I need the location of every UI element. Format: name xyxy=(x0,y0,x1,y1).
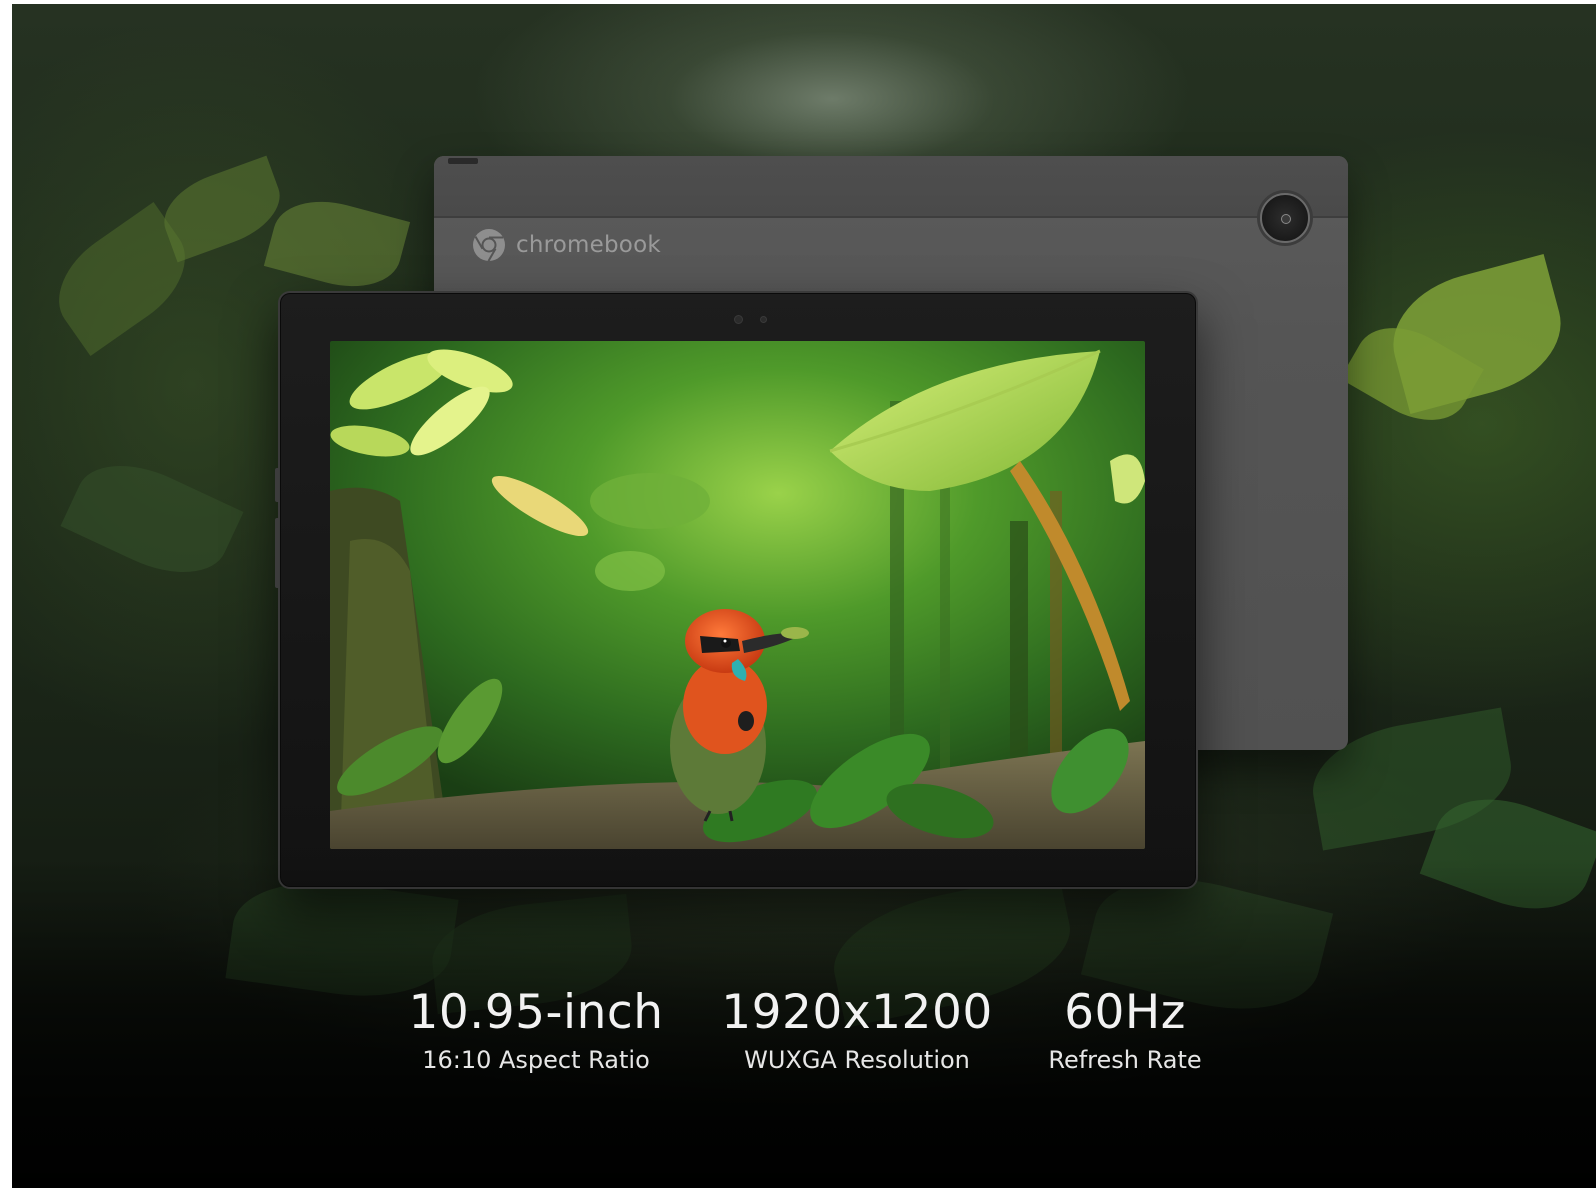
background-leaf xyxy=(60,444,244,594)
forest-bird-wallpaper xyxy=(330,341,1145,849)
spec-screen-size: 10.95-inch 16:10 Aspect Ratio xyxy=(404,984,668,1076)
spec-row: 10.95-inch 16:10 Aspect Ratio 1920x1200 … xyxy=(12,984,1596,1104)
brand-mark: chromebook xyxy=(472,228,661,262)
tablet-port xyxy=(448,158,478,164)
tablet-front-view xyxy=(275,291,1198,889)
product-banner: chromebook 10.95-inch 16:10 Aspect Ratio… xyxy=(12,4,1596,1188)
tablet-camera-band xyxy=(434,156,1348,218)
front-sensor-icon xyxy=(760,316,767,323)
side-button xyxy=(275,468,279,502)
spec-label: 16:10 Aspect Ratio xyxy=(422,1046,650,1074)
front-camera-icon xyxy=(734,315,743,324)
spec-value: 1920x1200 xyxy=(721,985,993,1040)
side-button xyxy=(275,518,279,588)
spec-label: Refresh Rate xyxy=(1048,1046,1202,1074)
spec-refresh-rate: 60Hz Refresh Rate xyxy=(1030,984,1220,1076)
spec-value: 10.95-inch xyxy=(408,985,664,1040)
brand-text: chromebook xyxy=(516,232,661,258)
background-leaf xyxy=(263,188,411,300)
chrome-logo-icon xyxy=(473,229,505,262)
tablet-screen xyxy=(330,341,1145,849)
spec-resolution: 1920x1200 WUXGA Resolution xyxy=(712,984,1002,1076)
spec-label: WUXGA Resolution xyxy=(744,1046,970,1074)
spec-value: 60Hz xyxy=(1064,985,1186,1040)
rear-camera-icon xyxy=(1260,193,1310,243)
